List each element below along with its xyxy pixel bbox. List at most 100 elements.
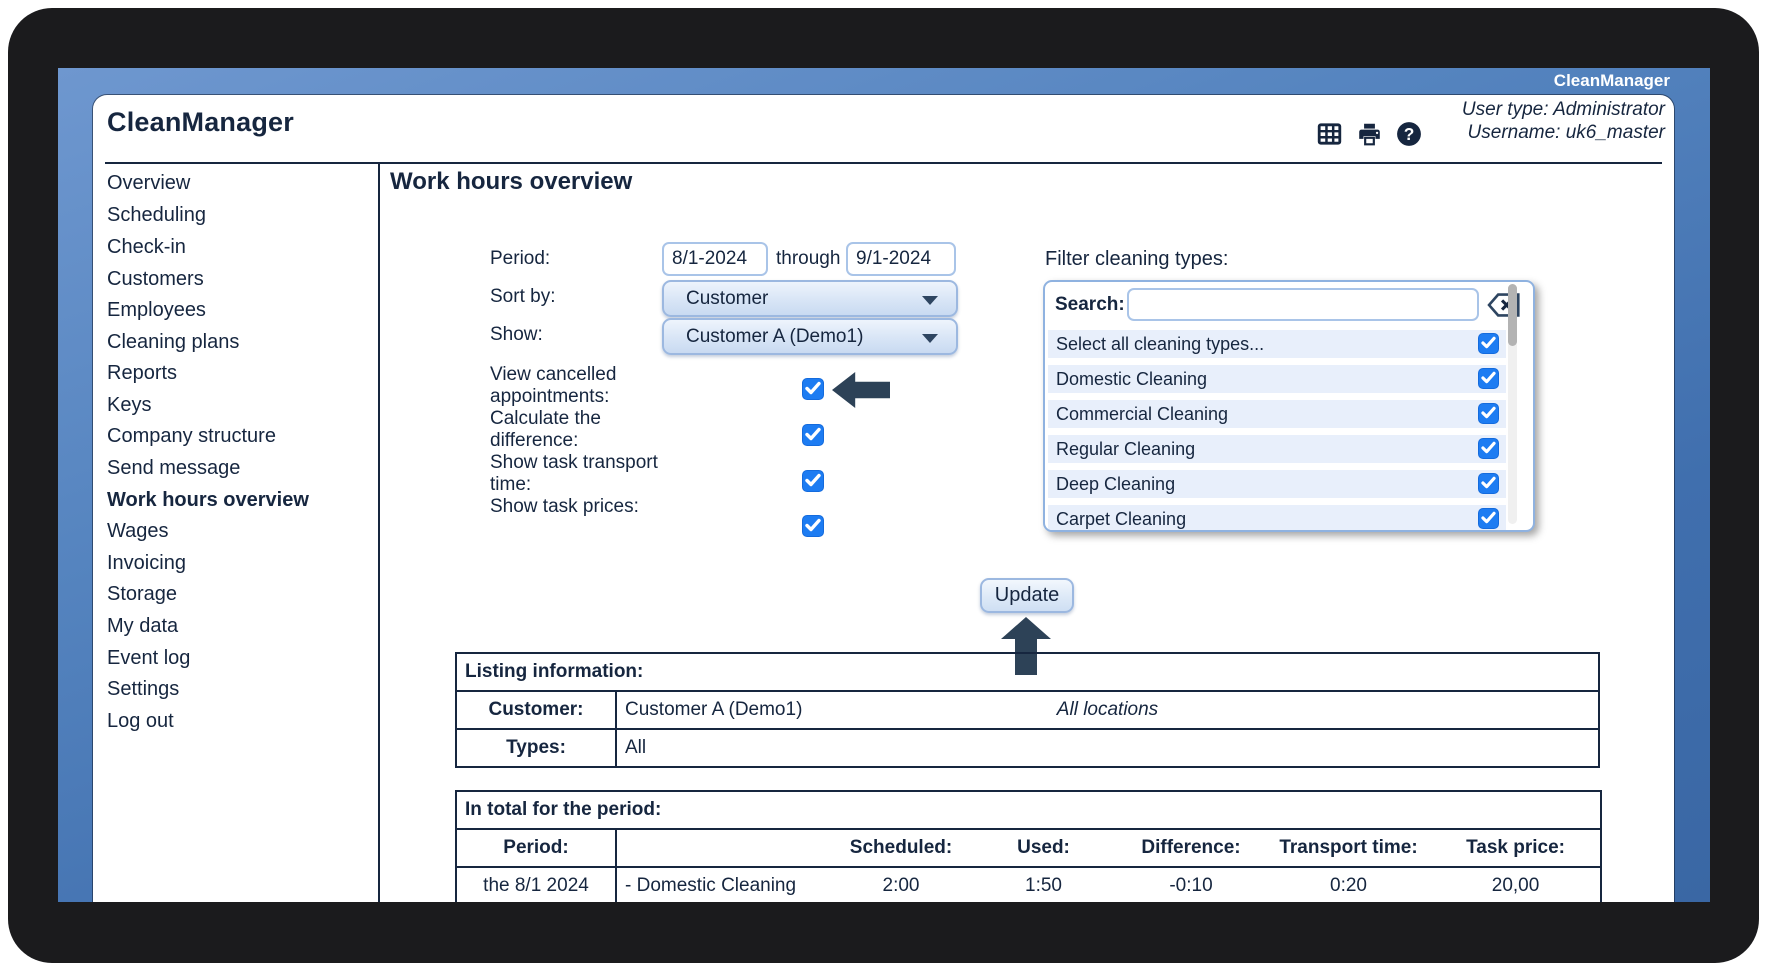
list-item-domestic[interactable]: Domestic Cleaning bbox=[1048, 365, 1506, 393]
update-button[interactable]: Update bbox=[980, 578, 1074, 613]
list-item-label: Domestic Cleaning bbox=[1048, 369, 1207, 389]
show-value: Customer A (Demo1) bbox=[686, 326, 863, 347]
window-title: CleanManager bbox=[1554, 71, 1670, 91]
sidebar-item-log-out[interactable]: Log out bbox=[107, 710, 174, 733]
table-header-row: Period: Scheduled: Used: Difference: Tra… bbox=[456, 829, 1601, 867]
show-task-prices-label: Show task prices: bbox=[490, 496, 662, 518]
types-value: All bbox=[616, 729, 1599, 767]
sidebar-item-invoicing[interactable]: Invoicing bbox=[107, 552, 186, 575]
scrollbar-thumb[interactable] bbox=[1508, 284, 1517, 346]
customer-value-cell: Customer A (Demo1) All locations bbox=[616, 691, 1599, 729]
device-frame: CleanManager CleanManager bbox=[8, 8, 1759, 963]
sort-by-value: Customer bbox=[686, 288, 768, 309]
commercial-cleaning-checkbox[interactable] bbox=[1478, 403, 1499, 424]
sidebar-item-employees[interactable]: Employees bbox=[107, 299, 206, 322]
help-icon[interactable]: ? bbox=[1396, 121, 1422, 147]
list-item-select-all[interactable]: Select all cleaning types... bbox=[1048, 330, 1506, 358]
annotation-arrow-left-icon bbox=[832, 372, 890, 408]
show-transport-time-label: Show task transport time: bbox=[490, 452, 662, 496]
col-used: Used: bbox=[971, 829, 1116, 867]
col-task bbox=[616, 829, 831, 867]
col-task-price: Task price: bbox=[1431, 829, 1601, 867]
sidebar-item-cleaning-plans[interactable]: Cleaning plans bbox=[107, 331, 239, 354]
view-cancelled-checkbox[interactable] bbox=[802, 378, 824, 400]
task-name: - Domestic Cleaning bbox=[616, 867, 831, 902]
list-item-deep[interactable]: Deep Cleaning bbox=[1048, 470, 1506, 498]
sidebar-item-event-log[interactable]: Event log bbox=[107, 647, 190, 670]
list-item-label: Deep Cleaning bbox=[1048, 474, 1175, 494]
sidebar-item-check-in[interactable]: Check-in bbox=[107, 236, 186, 259]
carpet-cleaning-checkbox[interactable] bbox=[1478, 508, 1499, 529]
username-label: Username: uk6_master bbox=[1462, 121, 1665, 144]
regular-cleaning-checkbox[interactable] bbox=[1478, 438, 1499, 459]
list-item-label: Select all cleaning types... bbox=[1048, 334, 1264, 354]
sidebar-item-reports[interactable]: Reports bbox=[107, 362, 177, 385]
totals-title: In total for the period: bbox=[456, 791, 1601, 829]
sidebar-item-my-data[interactable]: My data bbox=[107, 615, 178, 638]
list-item-label: Carpet Cleaning bbox=[1048, 509, 1186, 529]
list-item-commercial[interactable]: Commercial Cleaning bbox=[1048, 400, 1506, 428]
calculate-difference-checkbox[interactable] bbox=[802, 424, 824, 446]
domestic-cleaning-checkbox[interactable] bbox=[1478, 368, 1499, 389]
sidebar-item-scheduling[interactable]: Scheduling bbox=[107, 204, 206, 227]
deep-cleaning-checkbox[interactable] bbox=[1478, 473, 1499, 494]
window-chrome: CleanManager CleanManager bbox=[58, 68, 1710, 902]
filter-cleaning-types-panel: Search: Select all cleaning types... bbox=[1043, 280, 1535, 532]
user-type-label: User type: Administrator bbox=[1462, 98, 1665, 121]
table-row: Types: All bbox=[456, 729, 1599, 767]
printer-icon[interactable] bbox=[1356, 121, 1383, 147]
table-title-row: Listing information: bbox=[456, 653, 1599, 691]
task-price-value: 20,00 bbox=[1431, 867, 1601, 902]
sidebar-item-company-structure[interactable]: Company structure bbox=[107, 425, 276, 448]
show-task-prices-checkbox[interactable] bbox=[802, 515, 824, 537]
list-item-label: Regular Cleaning bbox=[1048, 439, 1195, 459]
listing-information-title: Listing information: bbox=[456, 653, 1599, 691]
sidebar-item-overview[interactable]: Overview bbox=[107, 172, 190, 195]
customer-label: Customer: bbox=[456, 691, 616, 729]
select-all-checkbox[interactable] bbox=[1478, 333, 1499, 354]
sidebar-item-keys[interactable]: Keys bbox=[107, 394, 151, 417]
sort-by-select[interactable]: Customer bbox=[662, 280, 958, 317]
sidebar-item-work-hours-overview[interactable]: Work hours overview bbox=[107, 489, 309, 512]
sidebar-item-wages[interactable]: Wages bbox=[107, 520, 169, 543]
period-to-input[interactable] bbox=[846, 242, 956, 276]
sidebar: Overview Scheduling Check-in Customers E… bbox=[93, 162, 378, 902]
table-row: the 8/1 2024 - Domestic Cleaning 2:00 1:… bbox=[456, 867, 1601, 902]
period-value: the 8/1 2024 bbox=[456, 867, 616, 902]
filter-cleaning-types-title: Filter cleaning types: bbox=[1045, 248, 1228, 271]
chevron-down-icon bbox=[922, 334, 938, 343]
list-item-regular[interactable]: Regular Cleaning bbox=[1048, 435, 1506, 463]
search-input[interactable] bbox=[1127, 288, 1479, 321]
app-page: CleanManager bbox=[93, 95, 1674, 902]
sidebar-item-customers[interactable]: Customers bbox=[107, 268, 204, 291]
scheduled-value: 2:00 bbox=[831, 867, 971, 902]
sidebar-item-settings[interactable]: Settings bbox=[107, 678, 179, 701]
view-cancelled-label: View cancelled appointments: bbox=[490, 364, 662, 408]
list-item-carpet[interactable]: Carpet Cleaning bbox=[1048, 505, 1506, 532]
scrollbar[interactable] bbox=[1508, 284, 1517, 524]
types-label: Types: bbox=[456, 729, 616, 767]
chevron-down-icon bbox=[922, 296, 938, 305]
difference-value: -0:10 bbox=[1116, 867, 1266, 902]
col-transport-time: Transport time: bbox=[1266, 829, 1431, 867]
list-item-label: Commercial Cleaning bbox=[1048, 404, 1228, 424]
sidebar-item-storage[interactable]: Storage bbox=[107, 583, 177, 606]
transport-time-value: 0:20 bbox=[1266, 867, 1431, 902]
main-content: Work hours overview Period: through Sort… bbox=[380, 162, 1674, 902]
locations-value: All locations bbox=[617, 692, 1598, 728]
search-label: Search: bbox=[1055, 294, 1125, 316]
show-select[interactable]: Customer A (Demo1) bbox=[662, 318, 958, 355]
table-row: Customer: Customer A (Demo1) All locatio… bbox=[456, 691, 1599, 729]
sidebar-item-send-message[interactable]: Send message bbox=[107, 457, 240, 480]
header-toolbar: ? bbox=[1316, 121, 1422, 147]
through-label: through bbox=[776, 248, 840, 270]
show-transport-time-checkbox[interactable] bbox=[802, 470, 824, 492]
cleaning-types-list: Select all cleaning types... Domestic Cl… bbox=[1048, 330, 1530, 530]
period-from-input[interactable] bbox=[662, 242, 768, 276]
col-period: Period: bbox=[456, 829, 616, 867]
calculate-difference-label: Calculate the difference: bbox=[490, 408, 662, 452]
sort-by-label: Sort by: bbox=[490, 286, 555, 308]
table-grid-icon[interactable] bbox=[1316, 121, 1343, 147]
listing-information-table: Listing information: Customer: Customer … bbox=[455, 652, 1600, 768]
page-title: Work hours overview bbox=[390, 168, 632, 196]
